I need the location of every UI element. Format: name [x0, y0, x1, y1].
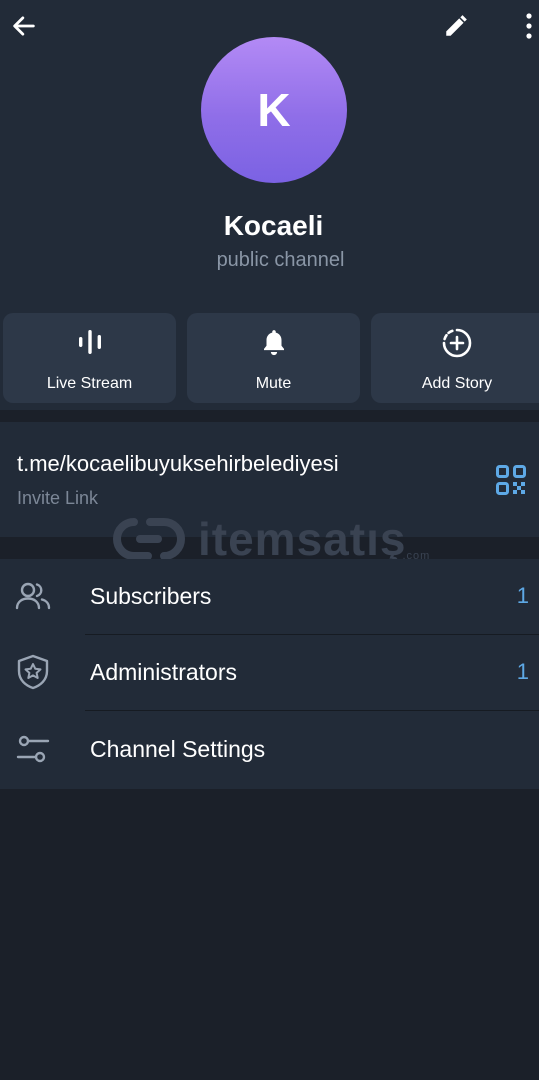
- edit-button[interactable]: [438, 8, 474, 44]
- live-stream-label: Live Stream: [46, 375, 133, 392]
- avatar-letter: K: [257, 84, 291, 136]
- subscribers-label: Subscribers: [90, 583, 212, 609]
- mute-label: Mute: [255, 375, 292, 392]
- bell-icon: [263, 330, 284, 356]
- shield-star-icon: [17, 654, 49, 690]
- channel-settings-row[interactable]: Channel Settings: [0, 712, 539, 788]
- live-stream-icon: [78, 330, 101, 354]
- invite-link-url[interactable]: t.me/kocaelibuyuksehirbelediyesi: [17, 451, 339, 477]
- channel-name: Kocaeli: [223, 210, 324, 241]
- administrators-row[interactable]: Administrators 1: [0, 635, 539, 711]
- pencil-icon: [446, 15, 467, 36]
- watermark-logo-icon: [113, 518, 185, 560]
- watermark-text: itemsatış: [198, 513, 407, 565]
- mute-button[interactable]: Mute: [187, 313, 360, 403]
- qr-code-icon[interactable]: [496, 465, 526, 495]
- add-story-button[interactable]: Add Story: [371, 313, 539, 403]
- people-icon: [15, 582, 51, 610]
- subscribers-count: 1: [516, 583, 529, 608]
- administrators-label: Administrators: [90, 659, 237, 685]
- more-vertical-icon: [526, 13, 532, 39]
- live-stream-button[interactable]: Live Stream: [3, 313, 176, 403]
- divider: [85, 710, 539, 711]
- watermark: itemsatış .com: [112, 512, 430, 566]
- channel-settings-label: Channel Settings: [90, 736, 266, 762]
- sliders-icon: [16, 735, 50, 763]
- administrators-count: 1: [516, 659, 529, 684]
- subscribers-row[interactable]: Subscribers 1: [0, 559, 539, 635]
- back-button[interactable]: [6, 8, 42, 44]
- add-story-icon: [442, 328, 472, 358]
- channel-type: public channel: [216, 249, 345, 271]
- arrow-left-icon: [13, 16, 35, 36]
- invite-link-caption: Invite Link: [17, 488, 99, 508]
- channel-avatar[interactable]: K: [201, 37, 347, 183]
- add-story-label: Add Story: [421, 375, 493, 392]
- more-menu-button[interactable]: [514, 8, 539, 44]
